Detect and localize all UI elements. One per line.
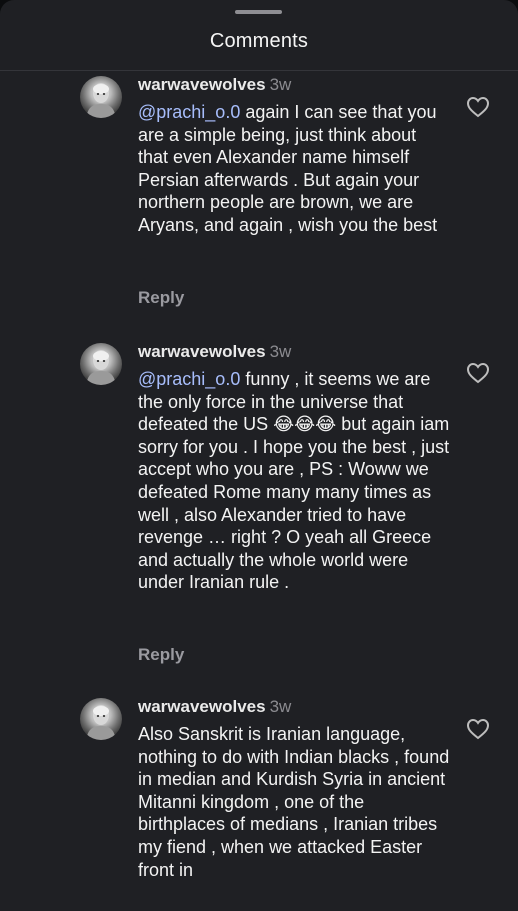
avatar-icon[interactable] [80, 76, 122, 118]
mention-link[interactable]: @prachi_o.0 [138, 369, 240, 389]
heart-icon[interactable] [466, 362, 490, 384]
comment-meta: warwavewolves 3w [138, 341, 291, 363]
comment-timestamp: 3w [269, 75, 292, 94]
comment-username[interactable]: warwavewolves [138, 75, 266, 94]
comment-text: Also Sanskrit is Iranian language, nothi… [138, 723, 450, 881]
heart-icon[interactable] [466, 718, 490, 740]
reply-button[interactable]: Reply [138, 288, 184, 308]
comment-meta: warwavewolves 3w [138, 74, 291, 96]
heart-icon[interactable] [466, 96, 490, 118]
comment-text: @prachi_o.0 again I can see that you are… [138, 101, 450, 237]
comment-username[interactable]: warwavewolves [138, 342, 266, 361]
drag-handle[interactable] [235, 10, 282, 14]
comment-meta: warwavewolves 3w [138, 696, 291, 718]
avatar-icon[interactable] [80, 698, 122, 740]
comment-username[interactable]: warwavewolves [138, 697, 266, 716]
header-divider [0, 70, 518, 71]
comment-text: @prachi_o.0 funny , it seems we are the … [138, 368, 450, 594]
comment-body-continued: but again iam sorry for you . I hope you… [138, 414, 450, 593]
comment-timestamp: 3w [269, 697, 292, 716]
avatar-icon[interactable] [80, 343, 122, 385]
comment-body: Also Sanskrit is Iranian language, nothi… [138, 724, 450, 880]
page-title: Comments [209, 30, 309, 52]
tears-of-joy-emoji: 😂😂😂 [273, 414, 337, 435]
comment-timestamp: 3w [269, 342, 292, 361]
comments-sheet: Comments warwavewolves 3w @prachi_o.0 aga… [0, 0, 518, 911]
mention-link[interactable]: @prachi_o.0 [138, 102, 240, 122]
reply-button[interactable]: Reply [138, 645, 184, 665]
